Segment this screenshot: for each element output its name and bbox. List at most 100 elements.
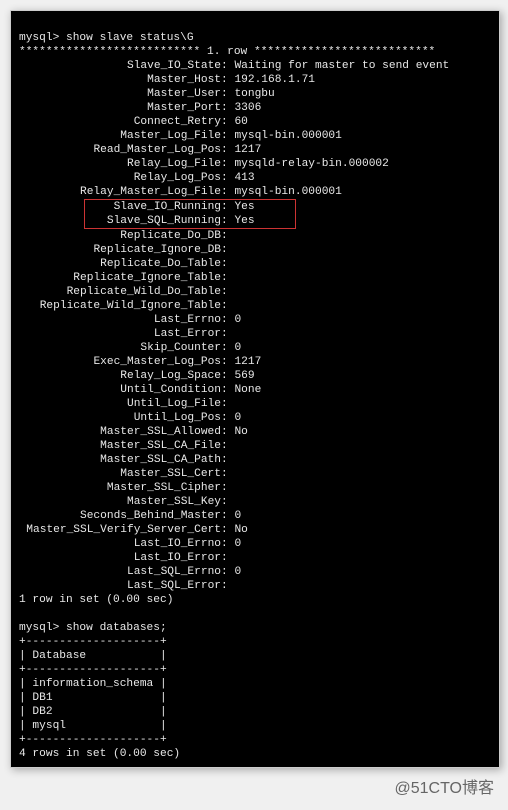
table-row: | information_schema |: [19, 678, 167, 690]
colon-separator: :: [221, 454, 234, 466]
status-value: Yes: [234, 215, 254, 227]
status-label: Skip_Counter: [19, 341, 221, 355]
colon-separator: :: [221, 144, 234, 156]
status-row: Until_Log_Pos: 0: [19, 411, 491, 425]
status-row: Master_Host: 192.168.1.71: [19, 73, 491, 87]
watermark-text: @51CTO博客: [10, 768, 498, 800]
status-label: Until_Log_File: [19, 397, 221, 411]
colon-separator: :: [221, 412, 234, 424]
status-label: Last_SQL_Errno: [19, 565, 221, 579]
terminal-output: mysql> show slave status\G *************…: [11, 11, 499, 767]
row-separator: *************************** 1. row *****…: [19, 46, 435, 58]
status-value: 0: [234, 314, 241, 326]
colon-separator: :: [221, 74, 234, 86]
status-label: Replicate_Wild_Do_Table: [19, 285, 221, 299]
status-row: Last_IO_Errno: 0: [19, 537, 491, 551]
mysql-prompt-command-1: mysql> show slave status\G: [19, 32, 194, 44]
status-row: Master_SSL_Cert:: [19, 467, 491, 481]
status-row: Last_Errno: 0: [19, 313, 491, 327]
slave-status-fields: Slave_IO_State: Waiting for master to se…: [19, 59, 491, 199]
status-value: No: [234, 524, 247, 536]
status-value: mysqld-relay-bin.000002: [234, 158, 388, 170]
colon-separator: :: [221, 230, 234, 242]
status-value: 3306: [234, 102, 261, 114]
result-summary-1: 1 row in set (0.00 sec): [19, 594, 173, 606]
colon-separator: :: [221, 342, 234, 354]
status-value: 0: [234, 510, 241, 522]
status-label: Last_IO_Errno: [19, 537, 221, 551]
status-row: Read_Master_Log_Pos: 1217: [19, 143, 491, 157]
status-row: Relay_Log_Pos: 413: [19, 171, 491, 185]
status-row: Master_SSL_Verify_Server_Cert: No: [19, 523, 491, 537]
status-row: Seconds_Behind_Master: 0: [19, 509, 491, 523]
status-label: Last_IO_Error: [19, 551, 221, 565]
colon-separator: :: [221, 328, 234, 340]
colon-separator: :: [221, 482, 234, 494]
colon-separator: :: [221, 201, 234, 213]
slave-status-fields-cont: Replicate_Do_DB: Replicate_Ignore_DB: Re…: [19, 229, 491, 593]
table-row: | DB1 |: [19, 692, 167, 704]
status-label: Master_SSL_Allowed: [19, 425, 221, 439]
colon-separator: :: [221, 258, 234, 270]
status-row: Connect_Retry: 60: [19, 115, 491, 129]
result-summary-2: 4 rows in set (0.00 sec): [19, 748, 180, 760]
status-row: Until_Condition: None: [19, 383, 491, 397]
status-row: Master_Port: 3306: [19, 101, 491, 115]
status-label: Slave_IO_Running: [85, 200, 221, 214]
colon-separator: :: [221, 300, 234, 312]
status-row: Relay_Log_File: mysqld-relay-bin.000002: [19, 157, 491, 171]
colon-separator: :: [221, 398, 234, 410]
status-row: Replicate_Do_DB:: [19, 229, 491, 243]
status-value: 413: [234, 172, 254, 184]
colon-separator: :: [221, 272, 234, 284]
status-value: Waiting for master to send event: [234, 60, 449, 72]
status-label: Relay_Log_Pos: [19, 171, 221, 185]
colon-separator: :: [221, 510, 234, 522]
status-label: Master_SSL_Cipher: [19, 481, 221, 495]
status-row: Last_Error:: [19, 327, 491, 341]
status-label: Replicate_Ignore_Table: [19, 271, 221, 285]
table-border-top: +--------------------+: [19, 636, 167, 648]
colon-separator: :: [221, 440, 234, 452]
colon-separator: :: [221, 130, 234, 142]
status-label: Master_SSL_CA_File: [19, 439, 221, 453]
status-label: Replicate_Wild_Ignore_Table: [19, 299, 221, 313]
colon-separator: :: [221, 524, 234, 536]
colon-separator: :: [221, 215, 234, 227]
status-row: Until_Log_File:: [19, 397, 491, 411]
colon-separator: :: [221, 172, 234, 184]
status-value: mysql-bin.000001: [234, 186, 341, 198]
status-row: Slave_SQL_Running: Yes: [85, 214, 295, 228]
status-row: Skip_Counter: 0: [19, 341, 491, 355]
status-label: Master_Log_File: [19, 129, 221, 143]
table-border-bottom: +--------------------+: [19, 734, 167, 746]
status-value: Yes: [234, 201, 254, 213]
status-value: 192.168.1.71: [234, 74, 315, 86]
status-label: Master_SSL_Cert: [19, 467, 221, 481]
highlighted-status-box: Slave_IO_Running: YesSlave_SQL_Running: …: [84, 199, 296, 229]
colon-separator: :: [221, 356, 234, 368]
colon-separator: :: [221, 244, 234, 256]
status-label: Master_Port: [19, 101, 221, 115]
status-row: Relay_Master_Log_File: mysql-bin.000001: [19, 185, 491, 199]
colon-separator: :: [221, 468, 234, 480]
status-row: Master_SSL_CA_File:: [19, 439, 491, 453]
status-value: 0: [234, 538, 241, 550]
status-label: Exec_Master_Log_Pos: [19, 355, 221, 369]
colon-separator: :: [221, 314, 234, 326]
status-row: Master_SSL_Allowed: No: [19, 425, 491, 439]
status-row: Master_SSL_CA_Path:: [19, 453, 491, 467]
status-value: mysql-bin.000001: [234, 130, 341, 142]
status-label: Replicate_Ignore_DB: [19, 243, 221, 257]
status-value: 0: [234, 566, 241, 578]
status-row: Relay_Log_Space: 569: [19, 369, 491, 383]
colon-separator: :: [221, 158, 234, 170]
terminal-window: mysql> show slave status\G *************…: [10, 10, 500, 768]
colon-separator: :: [221, 538, 234, 550]
status-label: Last_Errno: [19, 313, 221, 327]
status-row: Slave_IO_State: Waiting for master to se…: [19, 59, 491, 73]
status-label: Master_SSL_CA_Path: [19, 453, 221, 467]
status-label: Master_SSL_Key: [19, 495, 221, 509]
status-label: Read_Master_Log_Pos: [19, 143, 221, 157]
status-label: Slave_IO_State: [19, 59, 221, 73]
